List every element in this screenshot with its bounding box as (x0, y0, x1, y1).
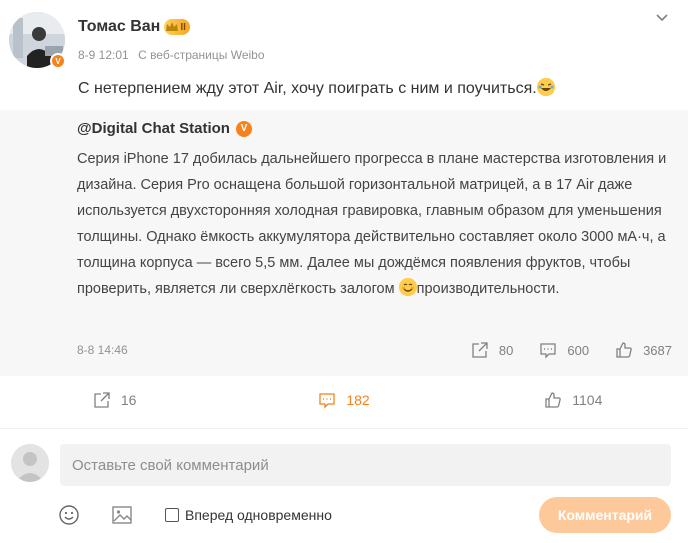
post-author[interactable]: Томас Ван II (78, 18, 190, 36)
like-count: 1104 (572, 392, 603, 408)
repost-button[interactable]: 16 (0, 380, 229, 420)
divider (0, 428, 688, 429)
comment-input[interactable] (60, 444, 671, 486)
laughing-emoji-icon (536, 78, 555, 96)
like-icon (616, 342, 632, 358)
repost-icon (472, 342, 488, 358)
post-text-content: С нетерпением жду этот Air, хочу поиграт… (78, 80, 537, 97)
submit-comment-button[interactable]: Комментарий (539, 497, 671, 533)
repost-actions: 80 600 3687 (445, 341, 672, 359)
repost-share-button[interactable]: 80 (471, 341, 513, 359)
smile-emoji-icon (398, 278, 417, 296)
repost-text-tail: производительности. (416, 281, 560, 297)
also-repost-checkbox[interactable] (165, 508, 179, 522)
repost-like-button[interactable]: 3687 (615, 341, 672, 359)
repost-text: Серия iPhone 17 добилась дальнейшего про… (77, 146, 667, 302)
like-icon (545, 392, 562, 408)
post-text: С нетерпением жду этот Air, хочу поиграт… (78, 78, 555, 100)
repost-share-count: 80 (498, 342, 514, 358)
repost-card[interactable]: @Digital Chat Station V Серия iPhone 17 … (0, 110, 688, 376)
comment-icon (319, 393, 335, 409)
comment-button[interactable]: 182 (229, 380, 458, 420)
vip-level: II (180, 21, 186, 33)
repost-author[interactable]: @Digital Chat Station V (77, 120, 252, 137)
post-meta: 8-9 12:01 С веб-страницы Weibo (78, 48, 271, 62)
repost-author-name[interactable]: @Digital Chat Station (77, 120, 230, 137)
post-actions: 16 182 1104 (0, 380, 688, 420)
emoji-icon[interactable] (58, 504, 80, 526)
verified-icon: V (235, 120, 252, 137)
repost-text-main: Серия iPhone 17 добилась дальнейшего про… (77, 151, 667, 297)
vip-badge[interactable]: II (164, 19, 190, 35)
image-icon[interactable] (111, 504, 133, 526)
also-repost-option[interactable]: Вперед одновременно (165, 507, 332, 523)
repost-comment-count: 600 (567, 342, 590, 358)
verified-icon: V (50, 53, 66, 69)
crown-icon (166, 22, 179, 31)
chevron-down-icon[interactable] (654, 10, 670, 26)
repost-date[interactable]: 8-8 14:46 (77, 343, 128, 357)
repost-comment-button[interactable]: 600 (539, 341, 589, 359)
author-name[interactable]: Томас Ван (78, 18, 160, 36)
repost-icon (94, 392, 110, 408)
repost-like-count: 3687 (643, 342, 672, 358)
repost-count: 16 (120, 392, 137, 408)
comment-icon (540, 343, 557, 359)
like-button[interactable]: 1104 (459, 380, 688, 420)
post-date[interactable]: 8-9 12:01 (78, 48, 129, 62)
post-source: С веб-страницы Weibo (138, 48, 265, 62)
current-user-avatar (11, 444, 49, 482)
also-repost-label: Вперед одновременно (185, 507, 332, 523)
weibo-post: V Томас Ван II 8-9 12:01 С веб-страницы … (0, 0, 688, 543)
comment-count: 182 (346, 392, 370, 408)
